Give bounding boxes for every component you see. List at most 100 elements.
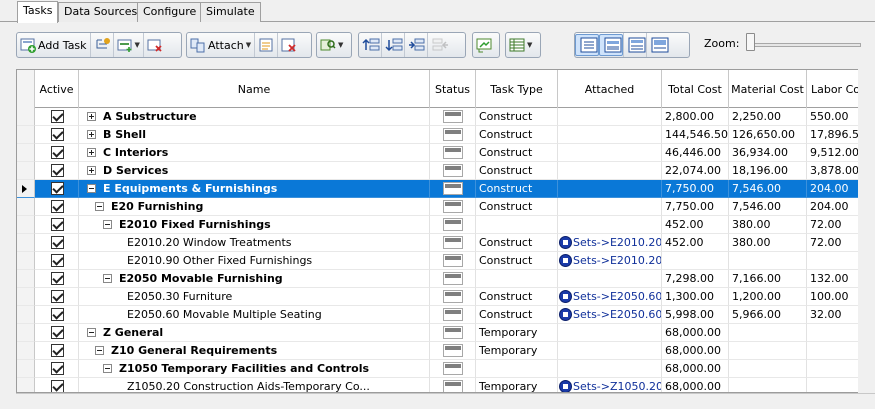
attach-button[interactable]: Attach ▼ <box>187 33 254 57</box>
table-row[interactable]: Z10 General Requirements Temporary 68,000.… <box>17 342 874 360</box>
active-checkbox[interactable] <box>51 236 64 249</box>
table-row[interactable]: E Equipments & Furnishings Construct 7,750… <box>17 180 874 198</box>
table-row[interactable]: B Shell Construct 144,546.50 126,650.00 17,8… <box>17 126 874 144</box>
collapse-icon[interactable] <box>103 220 112 229</box>
table-row[interactable]: E2010 Fixed Furnishings 452.00 380.00 72.00 <box>17 216 874 234</box>
column-header-name[interactable]: Name <box>79 70 430 108</box>
active-checkbox[interactable] <box>51 200 64 213</box>
zoom-slider[interactable] <box>746 43 861 47</box>
table-row[interactable]: Z General Temporary 68,000.00 <box>17 324 874 342</box>
cell-active[interactable] <box>35 198 79 216</box>
expand-icon[interactable] <box>87 112 96 121</box>
indent-button[interactable] <box>404 33 427 57</box>
collapse-icon[interactable] <box>95 346 104 355</box>
move-down-button[interactable] <box>381 33 404 57</box>
table-row[interactable]: E2010.20 Window Treatments Construct Sets-… <box>17 234 874 252</box>
table-row[interactable]: Z1050.20 Construction Aids-Temporary Co.… <box>17 378 874 393</box>
active-checkbox[interactable] <box>51 344 64 357</box>
view-tasks-button[interactable] <box>575 34 599 56</box>
view-full-button[interactable] <box>646 33 669 57</box>
active-checkbox[interactable] <box>51 254 64 267</box>
collapse-icon[interactable] <box>87 328 96 337</box>
column-header-material-cost[interactable]: Material Cost <box>729 70 807 108</box>
cell-value-total: 68,000.00 <box>665 380 721 393</box>
cell-active[interactable] <box>35 144 79 162</box>
attached-set-link[interactable]: Sets->Z1050.20 <box>573 378 661 392</box>
cell-active[interactable] <box>35 342 79 360</box>
view-gantt-button[interactable] <box>599 34 623 56</box>
expand-icon[interactable] <box>87 166 96 175</box>
active-checkbox[interactable] <box>51 290 64 303</box>
column-header-status[interactable]: Status <box>430 70 476 108</box>
column-header-attached[interactable]: Attached <box>558 70 662 108</box>
link-button[interactable] <box>473 33 495 57</box>
collapse-icon[interactable] <box>103 364 112 373</box>
active-checkbox[interactable] <box>51 362 64 375</box>
cell-active[interactable] <box>35 234 79 252</box>
expand-icon[interactable] <box>87 130 96 139</box>
active-checkbox[interactable] <box>51 128 64 141</box>
cell-active[interactable] <box>35 378 79 392</box>
find-items-button[interactable]: ▼ <box>317 33 346 57</box>
detach-button[interactable] <box>277 33 300 57</box>
cell-active[interactable] <box>35 306 79 324</box>
column-header-task-type[interactable]: Task Type <box>476 70 558 108</box>
vertical-scrollbar[interactable] <box>858 69 875 393</box>
attached-set-link[interactable]: Sets->E2050.60 <box>573 306 661 323</box>
cell-active[interactable] <box>35 180 79 198</box>
cell-active[interactable] <box>35 360 79 378</box>
active-checkbox[interactable] <box>51 272 64 285</box>
outdent-button[interactable] <box>427 33 450 57</box>
view-split-button[interactable] <box>623 33 646 57</box>
find-items-icon <box>320 37 336 53</box>
add-task-button[interactable]: Add Task <box>17 33 90 57</box>
attach-auto-button[interactable] <box>254 33 277 57</box>
table-row[interactable]: E2050 Movable Furnishing 7,298.00 7,166.00… <box>17 270 874 288</box>
column-header-total-cost[interactable]: Total Cost <box>662 70 729 108</box>
table-row[interactable]: A Substructure Construct 2,800.00 2,250.00 5… <box>17 108 874 126</box>
cell-active[interactable] <box>35 126 79 144</box>
table-row[interactable]: E2050.60 Movable Multiple Seating Constru… <box>17 306 874 324</box>
collapse-icon[interactable] <box>103 274 112 283</box>
active-checkbox[interactable] <box>51 146 64 159</box>
cell-active[interactable] <box>35 270 79 288</box>
collapse-icon[interactable] <box>87 184 96 193</box>
active-checkbox[interactable] <box>51 182 64 195</box>
tab-tasks[interactable]: Tasks <box>17 1 59 23</box>
cell-active[interactable] <box>35 324 79 342</box>
cell-active[interactable] <box>35 288 79 306</box>
tab-data-sources[interactable]: Data Sources <box>58 2 144 22</box>
collapse-icon[interactable] <box>95 202 104 211</box>
add-subtask-button[interactable] <box>89 33 113 57</box>
cell-active[interactable] <box>35 162 79 180</box>
active-checkbox[interactable] <box>51 308 64 321</box>
table-row[interactable]: E2050.30 Furniture Construct Sets->E2050.6… <box>17 288 874 306</box>
table-row[interactable]: Z1050 Temporary Facilities and Controls 6… <box>17 360 874 378</box>
zoom-slider-thumb[interactable] <box>746 33 755 51</box>
insert-task-button[interactable]: ▼ <box>112 33 143 57</box>
active-checkbox[interactable] <box>51 380 64 392</box>
active-checkbox[interactable] <box>51 110 64 123</box>
cell-active[interactable] <box>35 252 79 270</box>
attached-set-link[interactable]: Sets->E2050.60 <box>573 288 661 305</box>
delete-task-button[interactable] <box>142 33 166 57</box>
active-checkbox[interactable] <box>51 218 64 231</box>
table-row[interactable]: C Interiors Construct 46,446.00 36,934.00 9,… <box>17 144 874 162</box>
tab-simulate[interactable]: Simulate <box>200 2 261 22</box>
active-checkbox[interactable] <box>51 164 64 177</box>
table-row[interactable]: D Services Construct 22,074.00 18,196.00 3,8… <box>17 162 874 180</box>
horizontal-scrollbar[interactable] <box>16 393 875 409</box>
columns-button[interactable]: ▼ <box>506 33 535 57</box>
column-header-active[interactable]: Active <box>35 70 79 108</box>
tab-configure[interactable]: Configure <box>137 2 203 22</box>
expand-icon[interactable] <box>87 148 96 157</box>
table-row[interactable]: E2010.90 Other Fixed Furnishings Construc… <box>17 252 874 270</box>
active-checkbox[interactable] <box>51 326 64 339</box>
current-row-marker-icon <box>22 185 27 193</box>
cell-active[interactable] <box>35 108 79 126</box>
attached-set-link[interactable]: Sets->E2010.20 <box>573 252 661 269</box>
cell-active[interactable] <box>35 216 79 234</box>
attached-set-link[interactable]: Sets->E2010.20 <box>573 234 661 251</box>
table-row[interactable]: E20 Furnishing Construct 7,750.00 7,546.00 2… <box>17 198 874 216</box>
move-up-button[interactable] <box>359 33 381 57</box>
